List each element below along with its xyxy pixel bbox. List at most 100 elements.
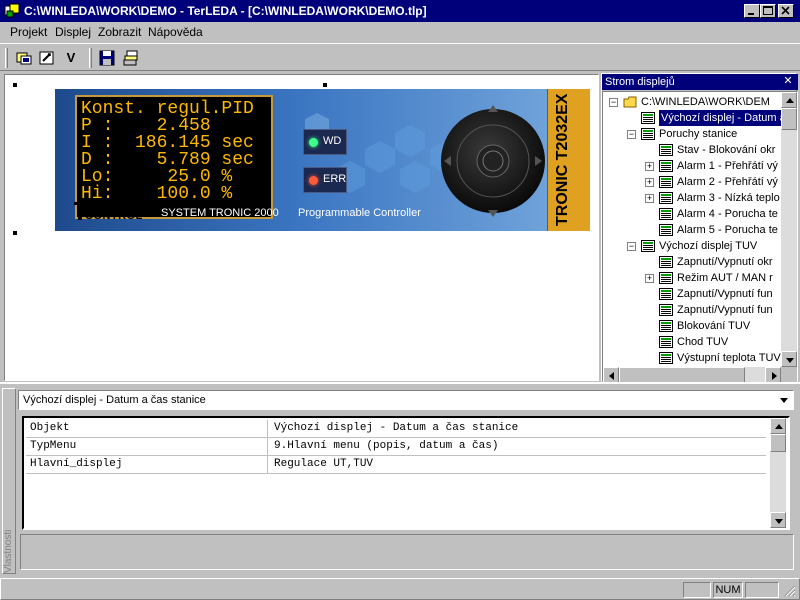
close-icon bbox=[781, 6, 790, 15]
tree-node-label: Chod TUV bbox=[677, 336, 729, 348]
arrow-down-icon bbox=[775, 519, 783, 524]
tree-node[interactable]: Stav - Blokování okr bbox=[603, 142, 781, 158]
status-bar: NUM bbox=[0, 578, 800, 600]
scroll-thumb[interactable] bbox=[619, 367, 745, 383]
scroll-down-button[interactable] bbox=[770, 512, 786, 528]
save-button[interactable] bbox=[96, 47, 118, 69]
maximize-button[interactable] bbox=[760, 4, 776, 18]
tree-node[interactable]: Chod TUV bbox=[603, 334, 781, 350]
display-icon bbox=[659, 160, 673, 172]
scroll-down-button[interactable] bbox=[781, 351, 797, 367]
scroll-left-button[interactable] bbox=[603, 367, 619, 383]
tree-node[interactable]: − Výchozí displej TUV bbox=[603, 238, 781, 254]
scroll-up-button[interactable] bbox=[770, 418, 786, 434]
menu-bar: Projekt Displej Zobrazit Nápověda bbox=[0, 22, 800, 42]
tree-node[interactable]: + Alarm 2 - Přehřátí vý bbox=[603, 174, 781, 190]
tree-node[interactable]: − C:\WINLEDA\WORK\DEM bbox=[603, 94, 781, 110]
tree-node-label: Výstupní teplota TUV bbox=[677, 352, 781, 364]
open-project-button[interactable] bbox=[13, 47, 35, 69]
scrollbar-corner bbox=[781, 367, 797, 383]
tree-node[interactable]: Zapnutí/Vypnutí okr bbox=[603, 254, 781, 270]
selection-handle[interactable] bbox=[323, 83, 327, 87]
property-value[interactable]: Výchozí displej - Datum a čas stanice bbox=[272, 420, 766, 438]
expand-icon[interactable]: + bbox=[645, 178, 654, 187]
tree-node-label: Alarm 4 - Porucha te bbox=[677, 208, 778, 220]
edit-display-button[interactable] bbox=[36, 47, 58, 69]
display-tree[interactable]: − C:\WINLEDA\WORK\DEM Výchozí displej - Da… bbox=[602, 91, 798, 383]
menu-zobrazit[interactable]: Zobrazit bbox=[98, 25, 141, 39]
arrow-down-icon bbox=[786, 358, 794, 363]
app-icon[interactable] bbox=[4, 3, 20, 19]
tree-horizontal-scrollbar[interactable] bbox=[603, 367, 781, 383]
collapse-icon[interactable]: − bbox=[627, 130, 636, 139]
selection-handle[interactable] bbox=[13, 231, 17, 235]
menu-projekt[interactable]: Projekt bbox=[10, 25, 47, 39]
scroll-right-button[interactable] bbox=[765, 367, 781, 383]
scroll-up-button[interactable] bbox=[781, 92, 797, 108]
display-icon bbox=[659, 144, 673, 156]
tree-node[interactable]: Výchozí displej - Datum a bbox=[603, 110, 783, 126]
display-icon bbox=[659, 336, 673, 348]
scroll-thumb[interactable] bbox=[770, 434, 786, 452]
property-value[interactable]: 9.Hlavní menu (popis, datum a čas) bbox=[272, 438, 766, 456]
property-row[interactable]: Hlavní_displej Regulace UT,TUV bbox=[26, 456, 766, 474]
open-project-icon bbox=[16, 52, 32, 65]
collapse-icon[interactable]: − bbox=[609, 98, 618, 107]
design-canvas[interactable]: Konst. regul.PID P : 2.458 I : 186.145 s… bbox=[4, 74, 599, 381]
tree-node[interactable]: Alarm 4 - Porucha te bbox=[603, 206, 781, 222]
property-row[interactable]: Objekt Výchozí displej - Datum a čas sta… bbox=[26, 420, 766, 438]
resize-grip-icon[interactable] bbox=[784, 585, 796, 597]
edit-display-icon bbox=[39, 51, 54, 65]
display-icon bbox=[659, 208, 673, 220]
tree-node[interactable]: + Režim AUT / MAN r bbox=[603, 270, 781, 286]
object-selector[interactable]: Výchozí displej - Datum a čas stanice bbox=[18, 390, 794, 410]
expand-icon[interactable]: + bbox=[645, 162, 654, 171]
expand-icon[interactable]: + bbox=[645, 274, 654, 283]
properties-side-tab: Vlastnosti bbox=[2, 388, 16, 574]
minimize-button[interactable] bbox=[744, 4, 760, 18]
display-icon bbox=[659, 192, 673, 204]
arrow-up-icon bbox=[775, 424, 783, 429]
wd-indicator: WD bbox=[303, 129, 347, 155]
tree-node-label: C:\WINLEDA\WORK\DEM bbox=[641, 96, 770, 108]
property-vertical-scrollbar[interactable] bbox=[770, 418, 786, 528]
tree-node-label: Alarm 1 - Přehřátí vý bbox=[677, 160, 778, 172]
system-label: SYSTEM TRONIC 2000 bbox=[161, 207, 279, 219]
tree-node-label: Alarm 2 - Přehřátí vý bbox=[677, 176, 778, 188]
controller-device[interactable]: Konst. regul.PID P : 2.458 I : 186.145 s… bbox=[55, 89, 590, 231]
menu-displej[interactable]: Displej bbox=[55, 25, 91, 39]
tree-node[interactable]: Výstupní teplota TUV bbox=[603, 350, 781, 366]
err-led-icon bbox=[309, 176, 318, 185]
tree-node[interactable]: Zapnutí/Vypnutí fun bbox=[603, 302, 781, 318]
tree-node[interactable]: Alarm 5 - Porucha te bbox=[603, 222, 781, 238]
property-description bbox=[20, 534, 794, 570]
toolbar-grip[interactable] bbox=[5, 48, 8, 68]
lcd-line: I : 186.145 sec bbox=[81, 133, 254, 153]
dropdown-button[interactable] bbox=[777, 393, 791, 407]
tree-node[interactable]: Blokování TUV bbox=[603, 318, 781, 334]
window-title: C:\WINLEDA\WORK\DEMO - TerLEDA - [C:\WIN… bbox=[24, 4, 427, 18]
tree-node[interactable]: Zapnutí/Vypnutí fun bbox=[603, 286, 781, 302]
tree-node[interactable]: − Poruchy stanice bbox=[603, 126, 781, 142]
wd-led-icon bbox=[309, 138, 318, 147]
tree-vertical-scrollbar[interactable] bbox=[781, 92, 797, 367]
tree-node-label: Stav - Blokování okr bbox=[677, 144, 776, 156]
tree-node[interactable]: + Alarm 1 - Přehřátí vý bbox=[603, 158, 781, 174]
collapse-icon[interactable]: − bbox=[627, 242, 636, 251]
close-button[interactable] bbox=[778, 4, 794, 18]
selection-handle[interactable] bbox=[13, 83, 17, 87]
tree-node-label: Výchozí displej TUV bbox=[659, 240, 758, 252]
save-all-button[interactable] bbox=[120, 47, 142, 69]
rotary-knob-icon[interactable] bbox=[441, 99, 545, 223]
expand-icon[interactable]: + bbox=[645, 194, 654, 203]
tree-node[interactable]: + Alarm 3 - Nízká teplo bbox=[603, 190, 781, 206]
property-row[interactable]: TypMenu 9.Hlavní menu (popis, datum a ča… bbox=[26, 438, 766, 456]
display-icon bbox=[659, 256, 673, 268]
close-icon[interactable]: ✕ bbox=[782, 75, 794, 87]
property-grid[interactable]: Objekt Výchozí displej - Datum a čas sta… bbox=[22, 416, 790, 530]
scroll-thumb[interactable] bbox=[781, 108, 797, 130]
display-icon bbox=[659, 352, 673, 364]
v-button[interactable]: V bbox=[60, 47, 82, 69]
property-value[interactable]: Regulace UT,TUV bbox=[272, 456, 766, 474]
menu-napoveda[interactable]: Nápověda bbox=[148, 25, 203, 39]
